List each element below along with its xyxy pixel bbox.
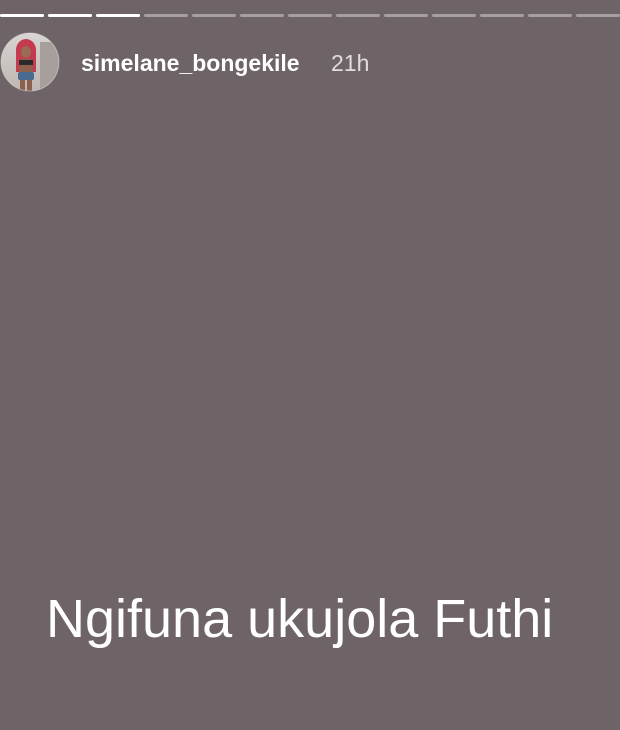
progress-segment xyxy=(336,14,380,17)
story-timestamp: 21h xyxy=(331,50,370,76)
avatar-image xyxy=(0,32,60,92)
story-caption-text: Ngifuna ukujola Futhi xyxy=(46,589,554,649)
progress-segment xyxy=(144,14,188,17)
progress-segment xyxy=(288,14,332,17)
progress-segment-fill xyxy=(96,14,140,17)
story-progress-bar xyxy=(0,14,620,17)
progress-segment xyxy=(192,14,236,17)
progress-segment-fill xyxy=(0,14,44,17)
username-link[interactable]: simelane_bongekile xyxy=(81,50,300,77)
progress-segment xyxy=(480,14,524,17)
progress-segment xyxy=(240,14,284,17)
avatar[interactable] xyxy=(0,32,60,92)
story-viewer[interactable]: simelane_bongekile 21h Ngifuna ukujola F… xyxy=(0,0,620,730)
progress-segment xyxy=(48,14,92,17)
progress-segment xyxy=(96,14,140,17)
progress-segment xyxy=(432,14,476,17)
progress-segment xyxy=(0,14,44,17)
progress-segment xyxy=(576,14,620,17)
progress-segment xyxy=(384,14,428,17)
story-header: simelane_bongekile 21h xyxy=(0,32,620,96)
progress-segment xyxy=(528,14,572,17)
progress-segment-fill xyxy=(48,14,92,17)
